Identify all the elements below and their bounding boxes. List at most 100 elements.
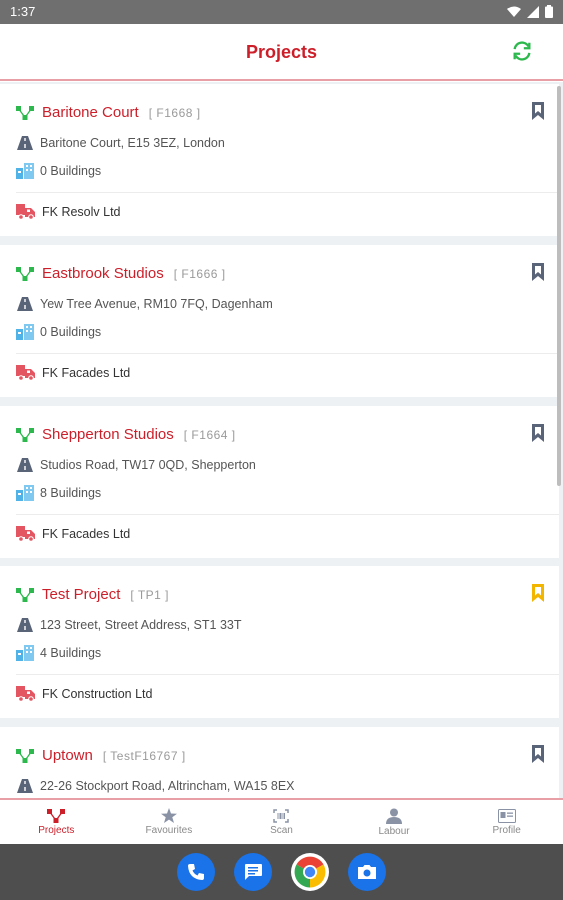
project-address: Baritone Court, E15 3EZ, London <box>40 136 225 150</box>
project-code: [ F1668 ] <box>148 105 201 120</box>
project-code: [ TP1 ] <box>130 587 170 602</box>
card-divider <box>16 674 559 675</box>
project-title-row: Test Project [ TP1 ] <box>16 586 169 603</box>
projects-icon <box>47 808 66 823</box>
nav-label: Projects <box>38 824 75 836</box>
status-icons <box>507 5 553 18</box>
scrollbar[interactable] <box>557 86 561 486</box>
page-title: Projects <box>245 42 318 62</box>
nav-labour[interactable]: Labour <box>338 800 451 844</box>
bottom-navigation: Projects Favourites Scan Labour Profile <box>0 798 563 844</box>
project-code: [ TestF16767 ] <box>102 748 186 763</box>
project-icon <box>16 587 34 602</box>
project-company-row: FK Facades Ltd <box>16 526 130 542</box>
card-divider <box>16 353 559 354</box>
project-company-row: FK Construction Ltd <box>16 686 152 702</box>
project-buildings: 8 Buildings <box>40 486 102 500</box>
company-vehicle-icon <box>16 204 35 220</box>
project-name: Baritone Court <box>42 104 139 121</box>
camera-app-icon[interactable] <box>348 853 386 891</box>
chrome-app-icon[interactable] <box>291 853 329 891</box>
project-title-row: Eastbrook Studios [ F1666 ] <box>16 265 226 282</box>
building-icon <box>16 485 34 501</box>
project-address: Studios Road, TW17 0QD, Shepperton <box>40 458 256 472</box>
project-buildings-row: 4 Buildings <box>16 645 101 661</box>
card-divider <box>16 192 559 193</box>
cell-signal-icon <box>527 5 539 18</box>
nav-favourites[interactable]: Favourites <box>113 800 226 844</box>
road-icon <box>17 618 33 632</box>
battery-icon <box>545 5 553 18</box>
nav-label: Profile <box>492 824 521 836</box>
project-icon <box>16 748 34 763</box>
star-icon <box>160 808 177 823</box>
project-name: Uptown <box>42 747 93 764</box>
project-card[interactable]: Test Project [ TP1 ] 123 Street, Street … <box>0 566 559 718</box>
project-card[interactable]: Uptown [ TestF16767 ] 22-26 Stockport Ro… <box>0 727 559 798</box>
project-company: FK Facades Ltd <box>42 366 131 380</box>
project-buildings: 4 Buildings <box>40 646 102 660</box>
bookmark-icon[interactable] <box>531 745 545 763</box>
bookmark-icon[interactable] <box>531 584 545 602</box>
project-address: 22-26 Stockport Road, Altrincham, WA15 8… <box>40 779 295 793</box>
building-icon <box>16 324 34 340</box>
project-icon <box>16 266 34 281</box>
project-buildings-row: 0 Buildings <box>16 324 101 340</box>
project-buildings-row: 0 Buildings <box>16 163 101 179</box>
project-name: Shepperton Studios <box>42 426 174 443</box>
project-title-row: Baritone Court [ F1668 ] <box>16 104 201 121</box>
project-title-row: Shepperton Studios [ F1664 ] <box>16 426 236 443</box>
project-buildings: 0 Buildings <box>40 164 102 178</box>
project-company-row: FK Facades Ltd <box>16 365 130 381</box>
bookmark-icon[interactable] <box>531 102 545 120</box>
building-icon <box>16 163 34 179</box>
project-address-row: 123 Street, Street Address, ST1 33T <box>16 618 242 632</box>
project-company-row: FK Resolv Ltd <box>16 204 121 220</box>
project-address-row: Yew Tree Avenue, RM10 7FQ, Dagenham <box>16 297 273 311</box>
project-code: [ F1664 ] <box>183 427 236 442</box>
road-icon <box>17 779 33 793</box>
project-list[interactable]: Baritone Court [ F1668 ] Baritone Court,… <box>0 82 563 798</box>
project-card[interactable]: Baritone Court [ F1668 ] Baritone Court,… <box>0 84 559 236</box>
road-icon <box>17 458 33 472</box>
project-company: FK Resolv Ltd <box>42 205 121 219</box>
project-name: Test Project <box>42 586 121 603</box>
project-buildings-row: 8 Buildings <box>16 485 101 501</box>
nav-profile[interactable]: Profile <box>450 800 563 844</box>
project-icon <box>16 427 34 442</box>
app-bar: Projects <box>0 24 563 81</box>
road-icon <box>17 136 33 150</box>
project-card[interactable]: Shepperton Studios [ F1664 ] Studios Roa… <box>0 406 559 558</box>
project-address: Yew Tree Avenue, RM10 7FQ, Dagenham <box>40 297 273 311</box>
bookmark-icon[interactable] <box>531 263 545 281</box>
status-bar: 1:37 <box>0 0 563 24</box>
project-card[interactable]: Eastbrook Studios [ F1666 ] Yew Tree Ave… <box>0 245 559 397</box>
road-icon <box>17 297 33 311</box>
project-company: FK Facades Ltd <box>42 527 131 541</box>
company-vehicle-icon <box>16 526 35 542</box>
id-card-icon <box>497 808 516 823</box>
system-dock <box>0 844 563 900</box>
phone-app-icon[interactable] <box>177 853 215 891</box>
person-icon <box>386 808 403 824</box>
building-icon <box>16 645 34 661</box>
project-code: [ F1666 ] <box>173 266 226 281</box>
project-buildings: 0 Buildings <box>40 325 102 339</box>
nav-scan[interactable]: Scan <box>225 800 338 844</box>
card-divider <box>16 514 559 515</box>
wifi-icon <box>507 6 521 17</box>
refresh-icon[interactable] <box>511 40 533 62</box>
nav-label: Scan <box>270 824 293 836</box>
bookmark-icon[interactable] <box>531 424 545 442</box>
nav-label: Favourites <box>145 825 193 836</box>
nav-label: Labour <box>378 825 410 837</box>
project-name: Eastbrook Studios <box>42 265 164 282</box>
project-company: FK Construction Ltd <box>42 687 153 701</box>
nav-projects[interactable]: Projects <box>0 800 113 844</box>
scan-icon <box>273 808 290 823</box>
messages-app-icon[interactable] <box>234 853 272 891</box>
project-address-row: Baritone Court, E15 3EZ, London <box>16 136 225 150</box>
project-title-row: Uptown [ TestF16767 ] <box>16 747 186 764</box>
status-time: 1:37 <box>10 4 36 19</box>
project-address-row: Studios Road, TW17 0QD, Shepperton <box>16 458 256 472</box>
